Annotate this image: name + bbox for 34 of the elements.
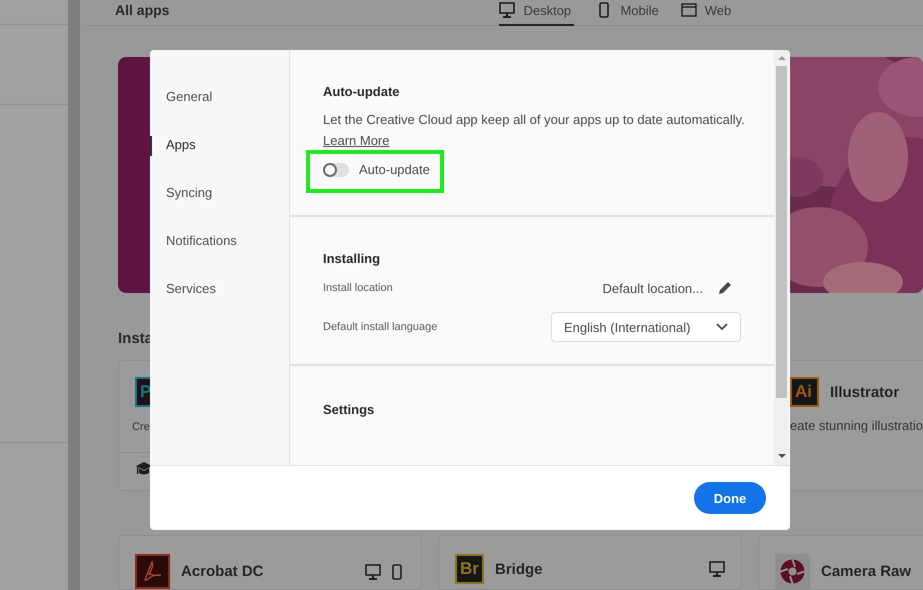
section-heading: Auto-update (323, 84, 401, 99)
sidebar-item[interactable]: Syncing (150, 184, 289, 232)
app-name: Bridge (495, 560, 543, 578)
platform-tab[interactable]: Web (680, 0, 732, 26)
app-name: Acrobat DC (181, 563, 264, 580)
desktop-icon (499, 2, 516, 18)
scrollbar[interactable] (774, 50, 789, 465)
page-title: All apps (115, 2, 170, 18)
platform-tab[interactable]: Desktop (499, 0, 574, 26)
platform-tab[interactable]: Mobile (596, 0, 659, 26)
toggle-switch[interactable] (323, 162, 349, 176)
sidebar-item[interactable]: Notifications (150, 232, 289, 280)
language-dropdown[interactable]: English (International) (551, 312, 741, 342)
learn-more-link[interactable]: Learn More (323, 133, 390, 148)
browser-window-icon (680, 2, 697, 18)
app-name: Illustrator (830, 384, 900, 400)
chevron-down-icon (716, 323, 728, 331)
app-description: Cre (132, 421, 150, 433)
sidebar-item[interactable]: Services (150, 280, 289, 328)
graduation-cap-icon (135, 461, 153, 477)
toggle-label: Auto-update (359, 162, 430, 177)
app-description: eate stunning illustratio (790, 418, 923, 433)
app-logo: Ai (790, 377, 819, 407)
section-heading: Settings (323, 402, 376, 417)
pencil-icon[interactable] (717, 280, 733, 296)
sidebar-item[interactable]: General (150, 88, 289, 136)
description-text: Let the Creative Cloud app keep all of your apps up to date automatically. (323, 112, 741, 127)
location-value: Default location... (602, 280, 703, 296)
field-label: Install location (323, 282, 393, 294)
section-heading: Installing (323, 251, 382, 266)
app-logo: Br (455, 554, 484, 584)
done-button[interactable]: Done (694, 482, 766, 514)
field-label: Default install language (323, 321, 438, 333)
app-name: Camera Raw (821, 563, 912, 580)
